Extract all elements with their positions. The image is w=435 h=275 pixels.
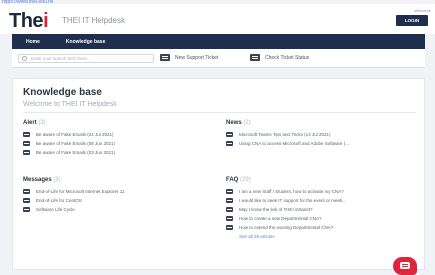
list-item[interactable]: End-of-Life for CentOS: [23, 196, 213, 205]
alert-section: Alert (3) Be aware of Fake Emails (22 Ju…: [23, 120, 213, 157]
list-item[interactable]: Be aware of Fake Emails (22 Jul 2021): [23, 130, 213, 139]
article-icon: [226, 216, 233, 221]
article-icon: [23, 141, 30, 146]
faq-section: FAQ (29) I am a new Staff / Student, how…: [226, 177, 416, 239]
see-all-link[interactable]: See all 29 articles: [239, 234, 416, 239]
nav-knowledge-base[interactable]: Knowledge base: [66, 39, 105, 45]
chat-button[interactable]: [393, 257, 417, 275]
search-input[interactable]: Enter your search term here...: [18, 54, 154, 63]
news-title[interactable]: News (2): [226, 120, 416, 126]
thei-logo[interactable]: Thei: [9, 10, 49, 33]
new-support-ticket-button[interactable]: New Support Ticket: [160, 54, 218, 61]
article-icon: [23, 150, 30, 155]
article-icon: [226, 198, 233, 203]
list-item[interactable]: I am a new Staff / Student, how to activ…: [226, 187, 416, 196]
article-icon: [226, 132, 233, 137]
list-item[interactable]: May I know the link of THEI intranet?: [226, 205, 416, 214]
article-icon: [23, 132, 30, 137]
alert-title[interactable]: Alert (3): [23, 120, 213, 126]
chat-icon: [400, 262, 410, 269]
list-item[interactable]: Software Life Cycle: [23, 205, 213, 214]
main-nav: Home Knowledge base: [12, 34, 425, 49]
list-item[interactable]: End-of-Life for Microsoft Internet Explo…: [23, 187, 213, 196]
knowledge-base-card: Knowledge base Welcome to THEI IT Helpde…: [12, 78, 425, 270]
list-item[interactable]: Using CNA to access Microsoft and Adobe …: [226, 139, 416, 148]
login-button[interactable]: LOGIN: [396, 15, 428, 26]
nav-home[interactable]: Home: [26, 39, 40, 45]
check-ticket-status-button[interactable]: Check Ticket Status: [250, 54, 309, 61]
faq-title[interactable]: FAQ (29): [226, 177, 416, 183]
article-icon: [23, 198, 30, 203]
article-icon: [226, 141, 233, 146]
site-header: Thei THEI IT Helpdesk Welcome LOGIN: [0, 4, 435, 34]
list-item[interactable]: I would like to seek IT support for the …: [226, 196, 416, 205]
divider: [23, 112, 416, 113]
article-icon: [226, 207, 233, 212]
app-title: THEI IT Helpdesk: [62, 16, 125, 25]
search-placeholder: Enter your search term here...: [31, 56, 91, 61]
ticket-status-icon: [250, 54, 260, 61]
page-title: Knowledge base: [23, 87, 102, 98]
list-item[interactable]: Be aware of Fake Emails (03 Jun 2021): [23, 148, 213, 157]
messages-title[interactable]: Messages (3): [23, 177, 213, 183]
article-icon: [23, 207, 30, 212]
welcome-text: Welcome: [414, 8, 431, 13]
list-item[interactable]: Microsoft Teams Tips and Tricks (14 Jul …: [226, 130, 416, 139]
news-section: News (2) Microsoft Teams Tips and Tricks…: [226, 120, 416, 148]
check-ticket-status-label: Check Ticket Status: [265, 54, 310, 61]
ticket-icon: [160, 54, 170, 61]
toolbar: Enter your search term here... New Suppo…: [12, 49, 425, 68]
article-icon: [23, 189, 30, 194]
list-item[interactable]: Be aware of Fake Emails (08 Jun 2021): [23, 139, 213, 148]
list-item[interactable]: How to create a new Departmental CNA?: [226, 214, 416, 223]
article-icon: [226, 189, 233, 194]
article-icon: [226, 225, 233, 230]
list-item[interactable]: How to extend the existing Departmental …: [226, 223, 416, 232]
new-support-ticket-label: New Support Ticket: [175, 54, 219, 61]
search-icon: [22, 56, 27, 61]
messages-section: Messages (3) End-of-Life for Microsoft I…: [23, 177, 213, 214]
welcome-subtitle: Welcome to THEI IT Helpdesk: [23, 101, 117, 108]
